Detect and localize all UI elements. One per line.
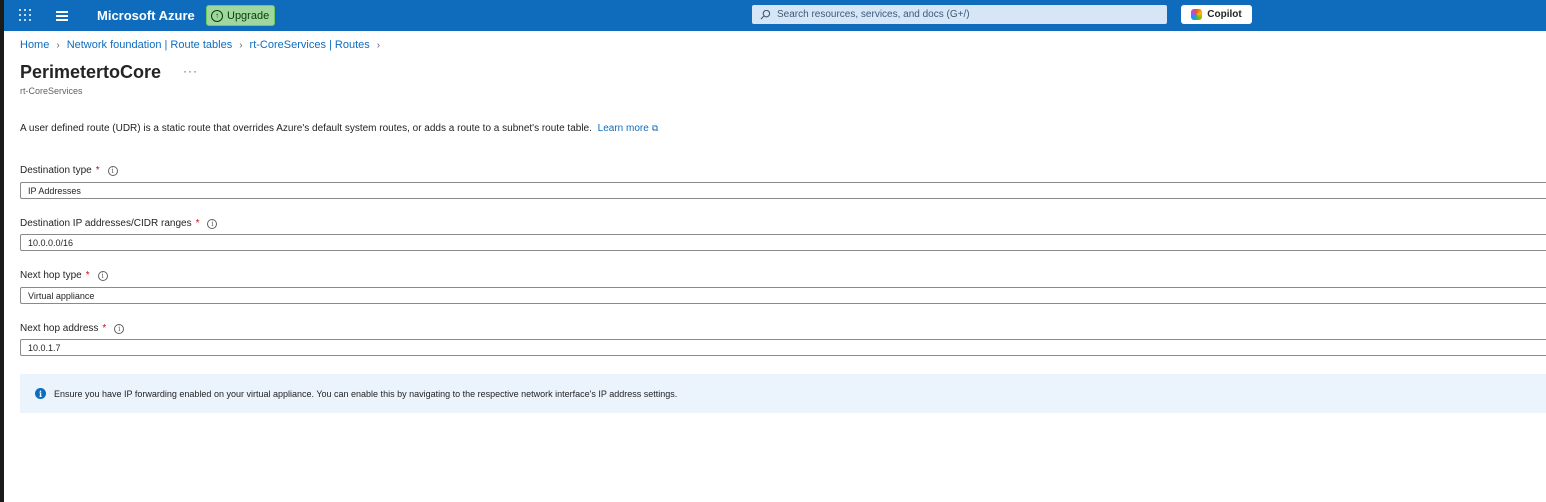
required-asterisk: * xyxy=(85,270,90,281)
external-link-icon: ⧉ xyxy=(651,123,659,133)
info-icon[interactable]: i xyxy=(107,165,118,176)
learn-more-link[interactable]: Learn more ⧉ xyxy=(598,123,659,134)
breadcrumb: Home › Network foundation | Route tables… xyxy=(20,39,387,51)
learn-more-label: Learn more xyxy=(597,123,649,134)
breadcrumb-home[interactable]: Home xyxy=(20,39,49,51)
info-icon: i xyxy=(35,388,46,399)
search-icon xyxy=(760,9,771,20)
destination-ip-value: 10.0.0.0/16 xyxy=(28,237,74,248)
next-hop-type-value: Virtual appliance xyxy=(28,290,95,301)
info-icon[interactable]: i xyxy=(97,270,108,281)
chevron-right-icon: › xyxy=(56,39,60,51)
copilot-label: Copilot xyxy=(1207,9,1242,20)
breadcrumb-route-tables[interactable]: Network foundation | Route tables xyxy=(67,39,233,51)
global-search-input[interactable]: Search resources, services, and docs (G+… xyxy=(752,5,1167,24)
top-navigation-bar: Microsoft Azure ↑ Upgrade Search resourc… xyxy=(4,0,1546,31)
info-icon[interactable]: i xyxy=(114,323,125,334)
window-edge xyxy=(0,0,4,502)
upgrade-button[interactable]: ↑ Upgrade xyxy=(206,5,276,26)
next-hop-address-value: 10.0.1.7 xyxy=(28,342,61,353)
destination-type-value: IP Addresses xyxy=(28,185,81,196)
chevron-right-icon: › xyxy=(239,39,243,51)
destination-ip-input[interactable]: 10.0.0.0/16 xyxy=(20,234,1546,251)
next-hop-address-label: Next hop address * i xyxy=(20,323,125,334)
destination-type-select[interactable]: IP Addresses xyxy=(20,182,1546,199)
next-hop-type-label-text: Next hop type xyxy=(20,270,82,281)
next-hop-address-label-text: Next hop address xyxy=(20,323,99,334)
description-text: A user defined route (UDR) is a static r… xyxy=(20,123,658,134)
chevron-right-icon: › xyxy=(376,39,381,51)
next-hop-type-label: Next hop type * i xyxy=(20,270,108,281)
hamburger-menu-icon[interactable] xyxy=(56,11,68,21)
destination-type-label: Destination type * i xyxy=(20,165,118,176)
destination-ip-label-text: Destination IP addresses/CIDR ranges xyxy=(20,218,192,229)
required-asterisk: * xyxy=(195,218,200,229)
info-icon[interactable]: i xyxy=(207,218,218,229)
brand-title[interactable]: Microsoft Azure xyxy=(97,8,195,23)
next-hop-type-select[interactable]: Virtual appliance xyxy=(20,287,1546,304)
info-banner-text: Ensure you have IP forwarding enabled on… xyxy=(54,388,678,399)
upgrade-label: Upgrade xyxy=(227,9,270,22)
upgrade-arrow-icon: ↑ xyxy=(211,9,223,22)
more-options-button[interactable]: ··· xyxy=(183,64,198,78)
destination-ip-label: Destination IP addresses/CIDR ranges * i xyxy=(20,218,218,229)
description-body: A user defined route (UDR) is a static r… xyxy=(20,123,592,134)
breadcrumb-routes[interactable]: rt-CoreServices | Routes xyxy=(250,39,370,51)
search-placeholder: Search resources, services, and docs (G+… xyxy=(777,9,970,20)
required-asterisk: * xyxy=(102,323,107,334)
copilot-icon xyxy=(1191,9,1203,20)
required-asterisk: * xyxy=(95,165,100,176)
next-hop-address-input[interactable]: 10.0.1.7 xyxy=(20,339,1546,356)
info-banner: i Ensure you have IP forwarding enabled … xyxy=(20,374,1546,413)
app-launcher-icon[interactable] xyxy=(19,9,31,21)
copilot-button[interactable]: Copilot xyxy=(1181,5,1252,24)
page-subtitle: rt-CoreServices xyxy=(20,86,83,96)
page-title: PerimetertoCore xyxy=(20,62,162,82)
destination-type-label-text: Destination type xyxy=(20,165,92,176)
